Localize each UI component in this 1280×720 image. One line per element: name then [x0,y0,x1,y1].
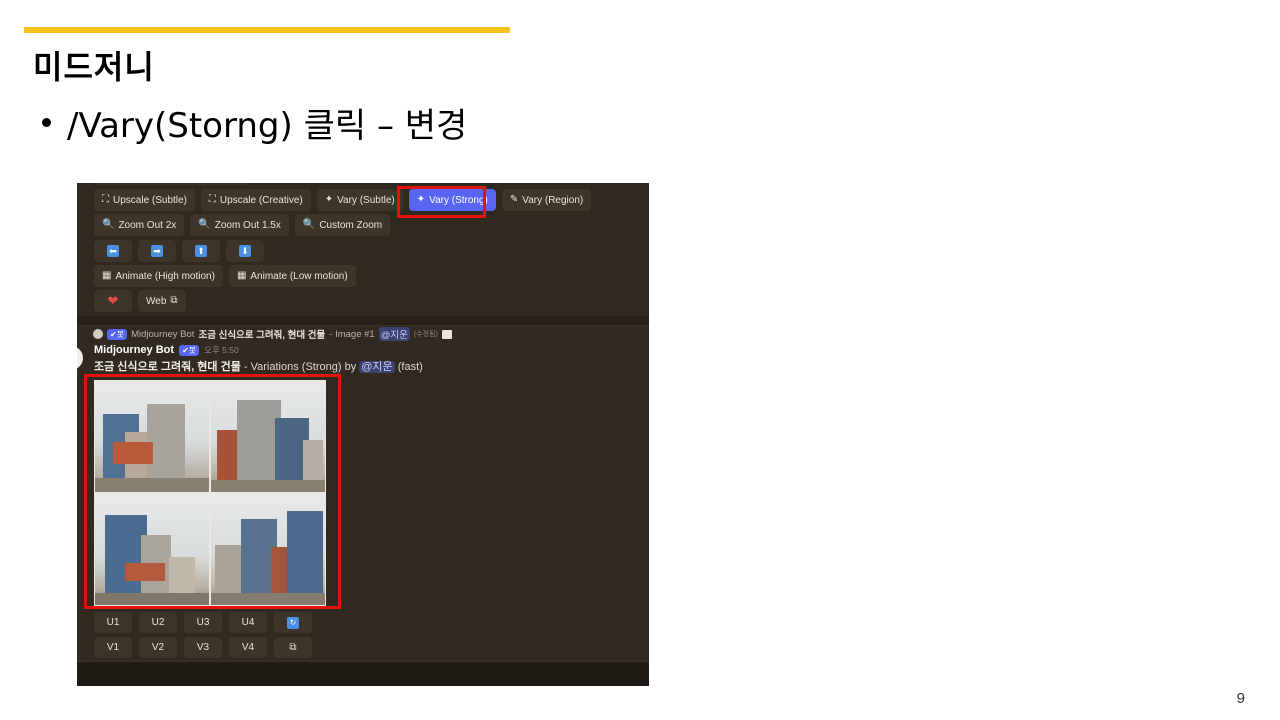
bullet-text: /Vary(Storng) 클릭 – 변경 [67,106,468,146]
magnifier-icon: 🔍 [302,219,316,230]
vary-subtle-button[interactable]: ✦ Vary (Subtle) [316,189,403,211]
web-button[interactable]: Web ⧉ [138,290,186,312]
slide-title: 미드저니 [33,48,155,86]
discord-screenshot: ⛶ Upscale (Subtle) ⛶ Upscale (Creative) … [77,183,649,686]
refresh-icon: ↻ [287,616,299,629]
vary-strong-button[interactable]: ✦ Vary (Strong) [408,189,496,211]
pan-up-button[interactable]: ⬆ [182,240,220,262]
bottom-strip [77,661,649,686]
bot-badge: ✔봇 [107,328,128,340]
external-link-icon: ⧉ [289,642,297,653]
share-button[interactable]: ⧉ [274,637,312,658]
magnifier-icon: 🔍 [198,219,211,230]
image-variation-1 [95,381,209,492]
bot-badge: ✔봇 [179,344,200,356]
pan-left-button[interactable]: ⬅ [94,240,132,262]
bullet-item: /Vary(Storng) 클릭 – 변경 [42,98,467,147]
v2-button[interactable]: V2 [139,637,177,658]
misc-row: ❤ Web ⧉ [94,290,186,312]
edited-label: (수정됨) [413,331,438,338]
vary-region-button[interactable]: ✎ Vary (Region) [501,189,592,211]
expand-icon: ⛶ [102,194,109,205]
brush-icon: ✎ [509,194,519,205]
external-link-icon: ⧉ [170,295,178,306]
speed-label: (fast) [397,361,423,373]
u3-button[interactable]: U3 [184,612,222,633]
reply-suffix: - Image #1 [329,328,375,340]
arrow-down-icon: ⬇ [239,245,251,257]
reply-prompt: 조금 신식으로 그려줘, 현대 건물 [198,330,326,341]
v4-button[interactable]: V4 [229,637,267,658]
pan-right-button[interactable]: ➡ [138,240,176,262]
message-header: Midjourney Bot ✔봇 오후 5:50 [94,344,239,356]
pan-row: ⬅ ➡ ⬆ ⬇ [94,240,264,262]
upscale-creative-button[interactable]: ⛶ Upscale (Creative) [200,189,311,211]
film-icon: ▦ [102,270,112,281]
magic-wand-icon: ✦ [416,194,426,205]
reroll-button[interactable]: ↻ [274,612,312,633]
bullet-dot [42,118,51,127]
message-prompt: 조금 신식으로 그려줘, 현대 건물 [94,361,241,373]
reply-author: Midjourney Bot [131,328,195,340]
reply-preview[interactable]: ✔봇 Midjourney Bot 조금 신식으로 그려줘, 현대 건물 - I… [93,327,452,341]
zoom-out-2x-button[interactable]: 🔍 Zoom Out 2x [94,214,185,236]
image-variation-2 [211,381,325,492]
image-variation-4 [211,494,325,605]
u1-button[interactable]: U1 [94,612,132,633]
variation-row: V1 V2 V3 V4 ⧉ [94,637,312,658]
u4-button[interactable]: U4 [229,612,267,633]
heart-icon: ❤ [107,293,119,308]
collapse-handle[interactable] [77,346,83,370]
action-row-vary: ⛶ Upscale (Subtle) ⛶ Upscale (Creative) … [94,189,592,211]
arrow-left-icon: ⬅ [107,245,119,257]
v3-button[interactable]: V3 [184,637,222,658]
author-name[interactable]: Midjourney Bot [94,344,174,356]
upscale-row: U1 U2 U3 U4 ↻ [94,612,312,633]
arrow-up-icon: ⬆ [195,245,207,257]
favorite-button[interactable]: ❤ [94,290,132,312]
animate-low-motion-button[interactable]: ▦ Animate (Low motion) [228,265,356,287]
image-variation-3 [95,494,209,605]
timestamp: 오후 5:50 [204,345,239,355]
action-row-zoom: 🔍 Zoom Out 2x 🔍 Zoom Out 1.5x 🔍 Custom Z… [94,214,391,236]
scroll-edge [95,183,250,185]
u2-button[interactable]: U2 [139,612,177,633]
magnifier-icon: 🔍 [102,219,115,230]
custom-zoom-button[interactable]: 🔍 Custom Zoom [294,214,391,236]
animate-high-motion-button[interactable]: ▦ Animate (High motion) [94,265,223,287]
pan-down-button[interactable]: ⬇ [226,240,264,262]
page-number: 9 [1236,690,1245,707]
avatar [93,329,103,339]
expand-icon: ⛶ [208,194,216,205]
message-content: 조금 신식으로 그려줘, 현대 건물 - Variations (Strong)… [94,358,423,374]
title-accent-bar [24,27,510,33]
message-detail: - Variations (Strong) by [243,361,357,373]
v1-button[interactable]: V1 [94,637,132,658]
user-mention[interactable]: @지운 [378,327,410,341]
upscale-subtle-button[interactable]: ⛶ Upscale (Subtle) [94,189,195,211]
magic-wand-icon: ✦ [324,194,334,205]
user-mention[interactable]: @지운 [359,361,395,373]
message-divider [77,316,649,326]
zoom-out-1-5x-button[interactable]: 🔍 Zoom Out 1.5x [190,214,289,236]
image-icon [441,329,452,339]
animate-row: ▦ Animate (High motion) ▦ Animate (Low m… [94,265,356,287]
film-icon: ▦ [236,270,247,281]
generated-image-grid[interactable] [94,380,326,606]
arrow-right-icon: ➡ [151,245,163,257]
